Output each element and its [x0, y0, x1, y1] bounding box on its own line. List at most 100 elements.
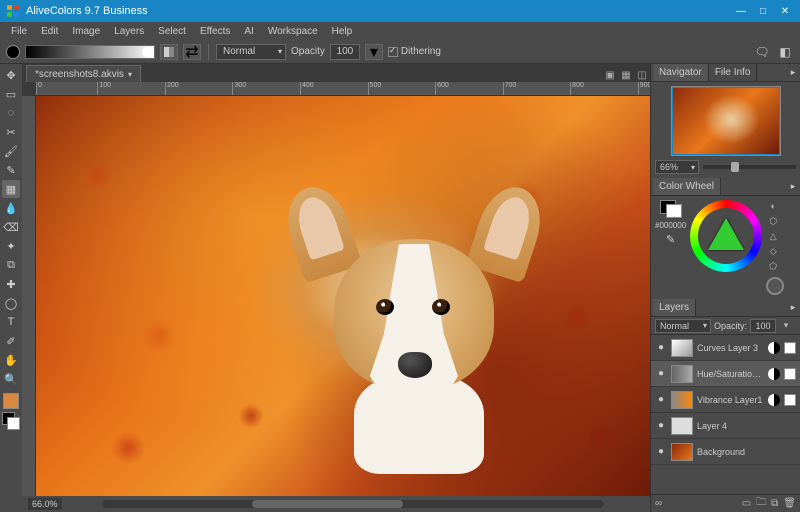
opacity-dropdown-icon[interactable]: ▾	[779, 320, 793, 332]
navigator-zoom-slider[interactable]	[703, 165, 796, 169]
tab-color-wheel[interactable]: Color Wheel	[653, 178, 721, 195]
tab-dropdown-icon[interactable]: ▾	[128, 70, 132, 79]
pencil-tool-icon[interactable]: ✎	[2, 161, 20, 179]
mask-icon[interactable]	[784, 394, 796, 406]
layer-opacity-input[interactable]: 100	[750, 319, 776, 333]
tab-layers[interactable]: Layers	[653, 299, 696, 316]
menu-effects[interactable]: Effects	[193, 26, 237, 37]
clone-tool-icon[interactable]: ⧉	[2, 256, 20, 274]
harmony-icon[interactable]: ◐	[766, 200, 780, 212]
visibility-toggle-icon[interactable]: ●	[655, 420, 667, 432]
adjustment-icon[interactable]	[768, 342, 780, 354]
menu-file[interactable]: File	[4, 26, 34, 37]
layer-name[interactable]: Layer 4	[697, 421, 796, 431]
active-color-swatch[interactable]	[3, 393, 19, 409]
navigator-zoom-dropdown[interactable]: 66%	[655, 160, 699, 174]
layer-name[interactable]: Curves Layer 3	[697, 343, 764, 353]
blur-tool-icon[interactable]: 💧	[2, 199, 20, 217]
gradient-tool-icon[interactable]: ▦	[2, 180, 20, 198]
harmony2-icon[interactable]: ⬡	[766, 215, 780, 227]
visibility-toggle-icon[interactable]: ●	[655, 446, 667, 458]
eyedropper-tool-icon[interactable]: ✐	[2, 332, 20, 350]
zoom-readout[interactable]: 66.0%	[28, 498, 62, 510]
color-triangle[interactable]	[708, 218, 744, 250]
hand-tool-icon[interactable]: ✋	[2, 351, 20, 369]
move-tool-icon[interactable]: ✥	[2, 66, 20, 84]
adjustment-icon[interactable]	[768, 368, 780, 380]
layer-row[interactable]: ● Layer 4	[651, 413, 800, 439]
opacity-arrow-icon[interactable]: ▾	[365, 44, 383, 60]
close-button[interactable]: ✕	[776, 4, 794, 18]
layer-row[interactable]: ● Hue/Saturation Layer2	[651, 361, 800, 387]
shape-tool-icon[interactable]: ◯	[2, 294, 20, 312]
minimize-button[interactable]: —	[732, 4, 750, 18]
adjustment-icon[interactable]	[768, 394, 780, 406]
crop-tool-icon[interactable]: ✂	[2, 123, 20, 141]
menu-workspace[interactable]: Workspace	[261, 26, 325, 37]
tab-file-info[interactable]: File Info	[709, 64, 758, 81]
visibility-toggle-icon[interactable]: ●	[655, 342, 667, 354]
color-swatches[interactable]	[2, 412, 20, 430]
horizontal-scrollbar[interactable]	[102, 500, 604, 508]
color-hex-value[interactable]: #000000	[655, 221, 686, 230]
workspace-settings-icon[interactable]: ◧	[776, 44, 794, 60]
panel-menu-icon[interactable]: ▸	[786, 181, 800, 192]
text-tool-icon[interactable]: T	[2, 313, 20, 331]
delete-layer-icon[interactable]: 🗑	[783, 498, 796, 509]
vertical-ruler[interactable]	[22, 96, 36, 496]
gradient-preview[interactable]	[25, 45, 155, 59]
brush-tool-icon[interactable]: 🖌	[2, 142, 20, 160]
layer-name[interactable]: Background	[697, 447, 796, 457]
heal-tool-icon[interactable]: ✚	[2, 275, 20, 293]
visibility-toggle-icon[interactable]: ●	[655, 394, 667, 406]
navigator-thumbnail[interactable]	[671, 86, 781, 156]
mask-icon[interactable]	[784, 342, 796, 354]
scrollbar-thumb[interactable]	[252, 500, 403, 508]
mask-icon[interactable]	[784, 368, 796, 380]
layer-row[interactable]: ● Background	[651, 439, 800, 465]
menu-ai[interactable]: AI	[237, 26, 260, 37]
current-color-preview[interactable]	[766, 277, 784, 295]
eyedropper-icon[interactable]: ✎	[666, 233, 675, 246]
visibility-toggle-icon[interactable]: ●	[655, 368, 667, 380]
new-folder-icon[interactable]: 🗀	[756, 495, 766, 512]
gradient-linear-icon[interactable]	[160, 44, 178, 60]
arrange-single-icon[interactable]: ▣	[603, 68, 617, 82]
layer-name[interactable]: Hue/Saturation Layer2	[697, 369, 764, 379]
document-tab[interactable]: *screenshots8.akvis▾	[26, 65, 141, 82]
tab-navigator[interactable]: Navigator	[653, 64, 709, 81]
duplicate-layer-icon[interactable]: ⧉	[771, 498, 778, 509]
selection-tool-icon[interactable]: ▭	[2, 85, 20, 103]
layer-row[interactable]: ● Vibrance Layer1	[651, 387, 800, 413]
menu-help[interactable]: Help	[325, 26, 360, 37]
harmony4-icon[interactable]: ◇	[766, 245, 780, 257]
dithering-checkbox[interactable]: Dithering	[388, 46, 441, 57]
maximize-button[interactable]: □	[754, 4, 772, 18]
link-layers-icon[interactable]: ∞	[655, 498, 662, 509]
panel-menu-icon[interactable]: ▸	[786, 67, 800, 78]
layer-name[interactable]: Vibrance Layer1	[697, 395, 764, 405]
layer-blend-dropdown[interactable]: Normal	[655, 319, 711, 333]
menu-image[interactable]: Image	[65, 26, 107, 37]
arrange-cascade-icon[interactable]: ◫	[635, 68, 649, 82]
menu-layers[interactable]: Layers	[107, 26, 151, 37]
slider-thumb[interactable]	[731, 162, 739, 172]
harmony5-icon[interactable]: ⬠	[766, 260, 780, 272]
lasso-tool-icon[interactable]: ◌	[2, 104, 20, 122]
zoom-tool-icon[interactable]: 🔍	[2, 370, 20, 388]
new-layer-icon[interactable]: ▭	[742, 498, 751, 509]
notifications-icon[interactable]: 🗨	[753, 44, 771, 60]
arrange-tile-icon[interactable]: ▦	[619, 68, 633, 82]
wand-tool-icon[interactable]: ✦	[2, 237, 20, 255]
canvas[interactable]	[36, 96, 650, 496]
panel-menu-icon[interactable]: ▸	[786, 302, 800, 313]
menu-edit[interactable]: Edit	[34, 26, 65, 37]
eraser-tool-icon[interactable]: ⌫	[2, 218, 20, 236]
blend-mode-dropdown[interactable]: Normal	[216, 44, 286, 60]
harmony3-icon[interactable]: △	[766, 230, 780, 242]
colorwheel-swatches[interactable]	[660, 200, 682, 218]
layer-row[interactable]: ● Curves Layer 3	[651, 335, 800, 361]
menu-select[interactable]: Select	[151, 26, 193, 37]
gradient-reverse-icon[interactable]: ⇄	[183, 44, 201, 60]
foreground-swatch-icon[interactable]	[6, 45, 20, 59]
